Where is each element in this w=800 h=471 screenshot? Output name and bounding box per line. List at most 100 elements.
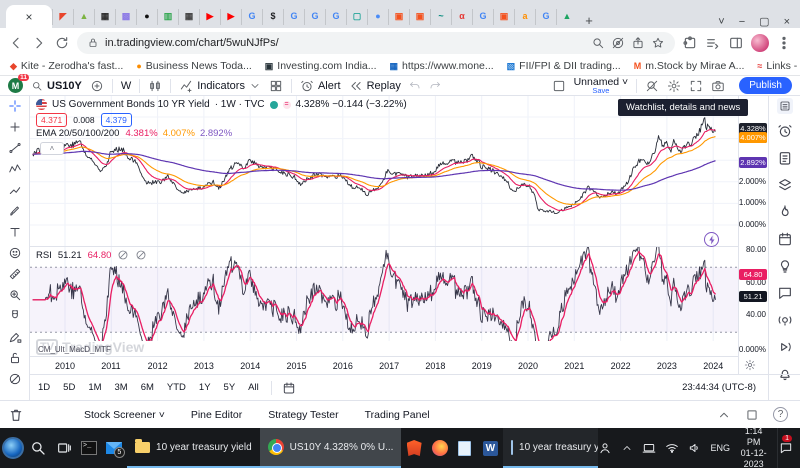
range-button-ytd[interactable]: YTD <box>167 382 186 393</box>
interval-button[interactable]: W <box>121 80 131 92</box>
high-chip[interactable]: 4.379 <box>101 113 132 127</box>
price-scale[interactable]: 2.000%1.000%0.000%4.381%4.328%14:15:254.… <box>738 96 768 374</box>
browser-tab[interactable]: ▣ <box>409 9 430 25</box>
macd-indicator-legend[interactable]: CM_Ult_MacD_MTF <box>38 345 111 354</box>
maximize-window-icon[interactable]: ▢ <box>759 15 769 28</box>
browser-tab[interactable]: α <box>451 9 472 25</box>
firefox-icon[interactable] <box>427 428 452 468</box>
start-button[interactable] <box>0 428 25 468</box>
range-button-all[interactable]: All <box>248 382 259 393</box>
bookmark-item[interactable]: ▣Investing.com India... <box>265 60 377 72</box>
language-indicator[interactable]: ENG <box>711 443 731 453</box>
symbol-legend[interactable]: US Government Bonds 10 YR Yield · 1W · T… <box>36 99 407 110</box>
layout-select-icon[interactable] <box>552 79 566 93</box>
help-button[interactable]: ? <box>773 407 788 422</box>
browser-tab[interactable]: ~ <box>430 9 451 25</box>
ideas-icon[interactable] <box>777 258 793 274</box>
clock-utc[interactable]: 23:44:34 (UTC-8) <box>682 382 756 393</box>
text-tool-icon[interactable] <box>8 225 22 239</box>
taskbar-window-chrome[interactable]: US10Y 4.328% 0% U... <box>260 428 402 468</box>
price-badge[interactable]: 4.007% <box>739 132 767 143</box>
browser-tab[interactable]: G <box>325 9 346 25</box>
tab-groups-icon[interactable] <box>705 35 721 51</box>
object-tree-icon[interactable] <box>777 177 793 193</box>
year-label[interactable]: 2017 <box>379 361 399 371</box>
rsi-badge[interactable]: 64.80 <box>739 269 767 280</box>
address-bar[interactable]: in.tradingview.com/chart/5wuNJfPs/ <box>77 32 675 54</box>
pattern-tool-icon[interactable] <box>8 162 22 176</box>
streams-icon[interactable] <box>777 339 793 355</box>
browser-tab[interactable]: ▣ <box>388 9 409 25</box>
notepad-icon[interactable] <box>452 428 477 468</box>
bookmark-item[interactable]: Mm.Stock by Mirae A... <box>634 60 745 72</box>
replay-button[interactable]: Replay <box>349 79 401 93</box>
browser-tab[interactable]: G <box>535 9 556 25</box>
bottom-tab-pine-editor[interactable]: Pine Editor <box>191 409 242 421</box>
side-panel-icon[interactable] <box>728 35 744 51</box>
back-icon[interactable] <box>8 35 24 51</box>
collapsed-indicator-toggle[interactable]: ˄ <box>40 142 64 155</box>
bookmark-star-icon[interactable] <box>651 36 665 50</box>
wifi-icon[interactable] <box>665 441 679 455</box>
notes-icon[interactable] <box>777 150 793 166</box>
watchlist-icon[interactable] <box>777 98 793 114</box>
range-button-6m[interactable]: 6M <box>141 382 154 393</box>
close-window-icon[interactable]: × <box>784 16 790 28</box>
brush-tool-icon[interactable] <box>8 204 22 218</box>
terminal-icon[interactable]: >_ <box>76 428 101 468</box>
live-streams-icon[interactable] <box>777 312 793 328</box>
year-label[interactable]: 2019 <box>472 361 492 371</box>
active-tab[interactable]: × <box>6 5 52 28</box>
mail-icon[interactable]: 5 <box>102 428 127 468</box>
range-button-1d[interactable]: 1D <box>38 382 50 393</box>
browser-tab[interactable]: ▲ <box>556 9 577 25</box>
browser-tab[interactable]: G <box>472 9 493 25</box>
go-to-date-icon[interactable] <box>282 381 296 395</box>
url-text[interactable]: in.tradingview.com/chart/5wuNJfPs/ <box>105 37 279 49</box>
save-link[interactable]: Save <box>592 87 609 95</box>
bookmark-item[interactable]: ●Business News Toda... <box>136 60 251 72</box>
hotlists-icon[interactable] <box>777 204 793 220</box>
new-tab-button[interactable]: + <box>577 13 601 28</box>
rsi-legend[interactable]: RSI 51.21 64.80 <box>36 249 147 261</box>
year-label[interactable]: 2013 <box>194 361 214 371</box>
maximize-panel-icon[interactable] <box>745 408 759 422</box>
year-label[interactable]: 2018 <box>425 361 445 371</box>
axis-settings-gear-icon[interactable] <box>744 359 756 371</box>
publish-button[interactable]: Publish <box>739 77 792 94</box>
time-axis[interactable]: 2010201120122013201420152016201720182019… <box>30 356 738 374</box>
task-view-icon[interactable] <box>51 428 76 468</box>
forward-icon[interactable] <box>31 35 47 51</box>
bottom-tab-trading-panel[interactable]: Trading Panel <box>365 409 430 421</box>
year-label[interactable]: 2023 <box>657 361 677 371</box>
bottom-tab-strategy-tester[interactable]: Strategy Tester <box>268 409 338 421</box>
brave-icon[interactable] <box>401 428 426 468</box>
taskbar-window-folder[interactable]: 10 year treasury yield <box>127 428 260 468</box>
word-icon[interactable]: W <box>478 428 503 468</box>
crosshair-tool-icon[interactable] <box>8 99 22 113</box>
action-center-icon[interactable]: 1 <box>777 428 794 468</box>
zoom-in-tool-icon[interactable] <box>8 288 22 302</box>
profile-avatar[interactable] <box>751 34 769 52</box>
browser-tab[interactable]: ▦ <box>94 9 115 25</box>
undo-icon[interactable] <box>409 80 421 92</box>
browser-tab[interactable]: ▲ <box>73 9 94 25</box>
year-label[interactable]: 2022 <box>611 361 631 371</box>
tray-expand-icon[interactable] <box>621 442 633 454</box>
tab-search-icon[interactable]: ˅ <box>718 16 724 28</box>
battery-icon[interactable] <box>642 441 656 455</box>
year-label[interactable]: 2012 <box>148 361 168 371</box>
remove-drawings-trash-icon[interactable] <box>8 407 24 423</box>
chart-pane-area[interactable]: US Government Bonds 10 YR Yield · 1W · T… <box>30 96 738 356</box>
people-icon[interactable] <box>598 441 612 455</box>
main-chart-svg[interactable] <box>30 96 738 246</box>
browser-tab[interactable]: ● <box>136 9 157 25</box>
ema-legend[interactable]: EMA 20/50/100/200 4.381%4.007%2.892% <box>36 128 237 139</box>
browser-tab[interactable]: ▶ <box>220 9 241 25</box>
year-label[interactable]: 2015 <box>287 361 307 371</box>
range-button-1m[interactable]: 1M <box>88 382 101 393</box>
minimize-icon[interactable]: − <box>739 16 745 28</box>
browser-tab[interactable]: a <box>514 9 535 25</box>
reading-mode-icon[interactable] <box>611 36 625 50</box>
layout-grid-icon[interactable] <box>269 79 283 93</box>
